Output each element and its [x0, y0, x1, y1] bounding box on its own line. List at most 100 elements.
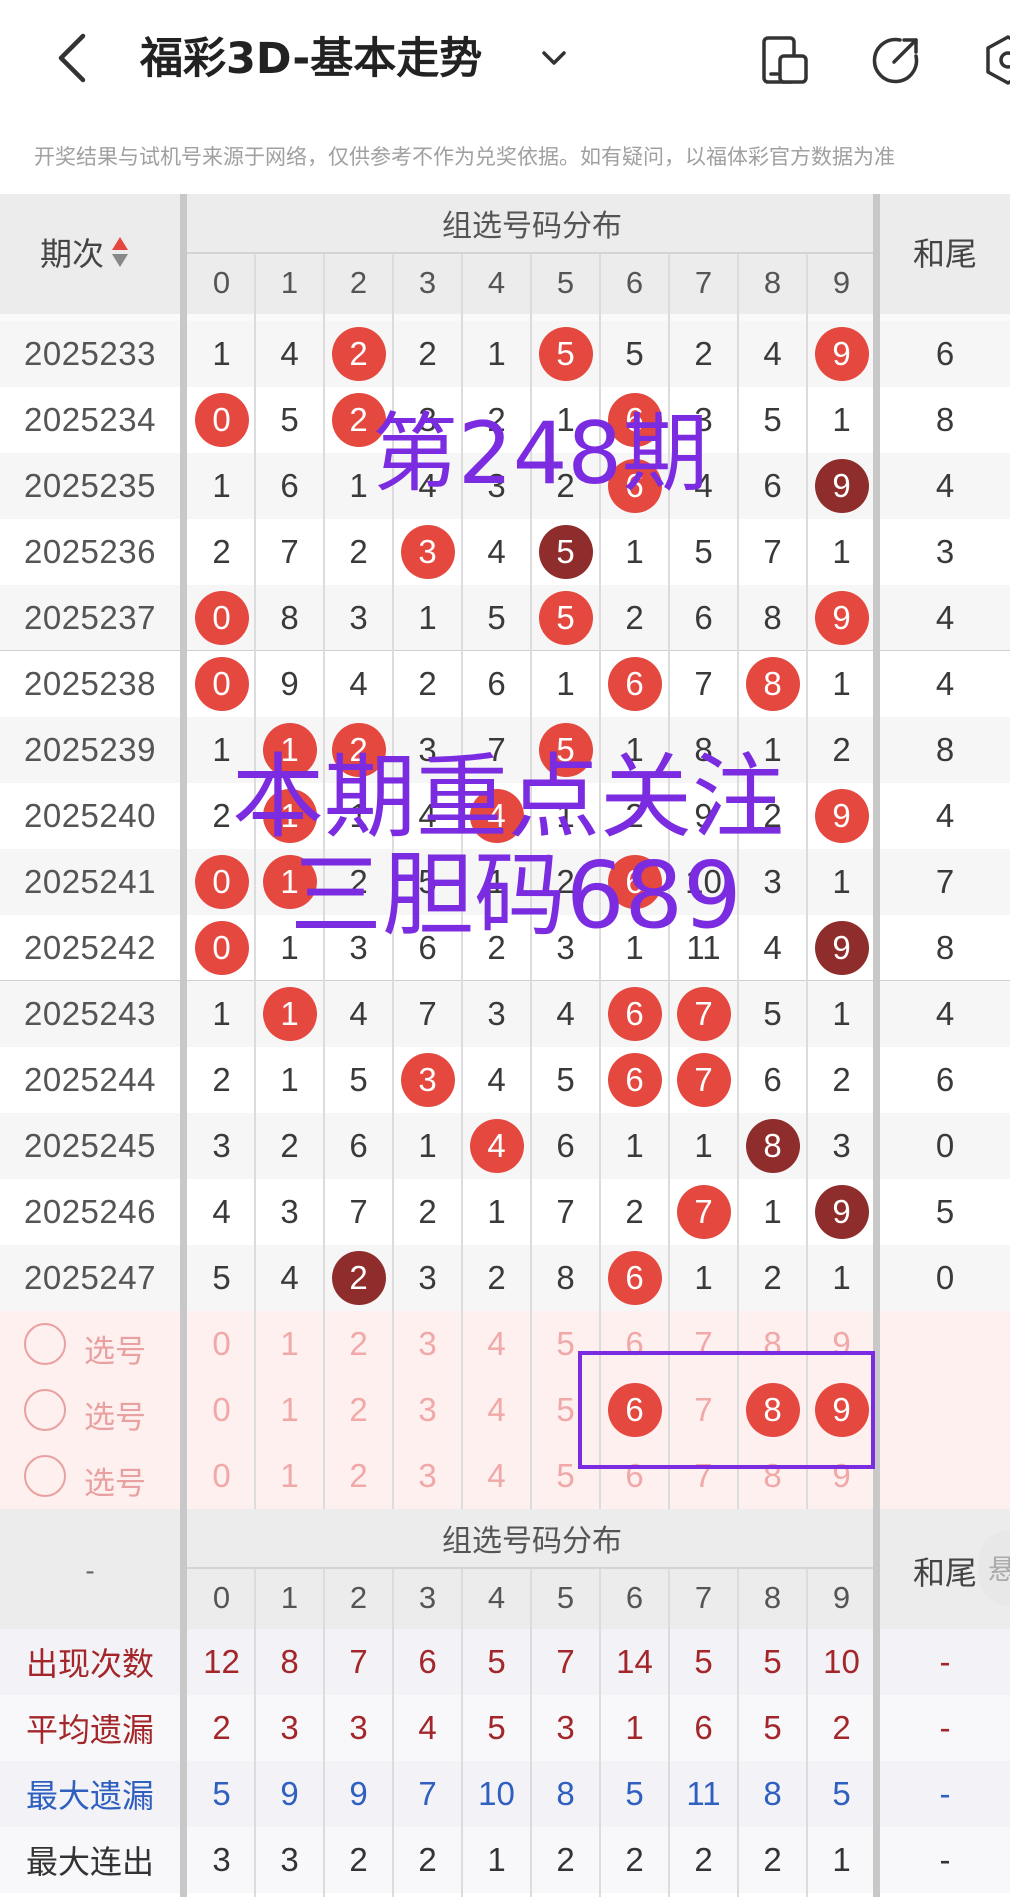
digit-cell: 6 [600, 981, 669, 1047]
hit-ball: 0 [194, 921, 249, 975]
digit-cell: 1 [625, 1127, 644, 1164]
stat-value: 14 [616, 1643, 653, 1680]
select-digit[interactable]: 2 [324, 1311, 393, 1377]
stat-value: 10 [823, 1643, 860, 1680]
digit-cell: 4 [280, 335, 299, 372]
digit-cell: 6 [349, 1127, 368, 1164]
hit-ball: 7 [676, 1185, 731, 1239]
select-digit[interactable]: 0 [187, 1377, 256, 1443]
digit-cell: 2 [694, 335, 713, 372]
hit-ball: 5 [538, 327, 593, 381]
digit-cell: 5 [531, 321, 600, 387]
digit-cell: 0 [187, 585, 256, 651]
footer-digit-header: 2 [349, 1580, 368, 1615]
digit-cell: 1 [625, 533, 644, 570]
column-header-digit: 0 [212, 265, 231, 300]
digit-cell: 1 [832, 665, 851, 702]
digit-cell: 2 [832, 1061, 851, 1098]
digit-cell: 2 [349, 533, 368, 570]
select-digit[interactable]: 2 [324, 1443, 393, 1509]
digit-cell: 6 [763, 467, 782, 504]
digit-cell: 9 [807, 321, 876, 387]
digit-cell: 5 [212, 1259, 231, 1296]
hit-ball: 0 [194, 657, 249, 711]
stat-value: 2 [418, 1841, 437, 1878]
select-digit[interactable]: 0 [187, 1443, 256, 1509]
digit-cell: 3 [832, 1127, 851, 1164]
stat-value: 2 [556, 1841, 575, 1878]
issue-number: 2025244 [24, 1061, 156, 1098]
issue-number: 2025233 [24, 335, 156, 372]
stat-value: 8 [763, 1775, 782, 1812]
hit-ball: 7 [676, 1053, 731, 1107]
select-label[interactable]: 选号 [84, 1392, 146, 1437]
issue-number: 2025238 [24, 665, 156, 702]
select-digit[interactable]: 3 [393, 1443, 462, 1509]
digit-cell: 4 [556, 995, 575, 1032]
column-header-issue[interactable]: 期次 [40, 224, 160, 280]
digit-cell: 3 [393, 519, 462, 585]
tail-cell: 8 [935, 731, 955, 768]
select-digit[interactable]: 1 [255, 1377, 324, 1443]
tail-column-separator [873, 194, 880, 1897]
select-digit[interactable]: 3 [393, 1311, 462, 1377]
digit-cell: 3 [393, 1047, 462, 1113]
column-header-digit: 7 [694, 265, 713, 300]
digit-cell: 1 [418, 599, 437, 636]
select-digit[interactable]: 4 [462, 1311, 531, 1377]
digit-cell: 1 [832, 995, 851, 1032]
digit-cell: 3 [487, 995, 506, 1032]
digit-cell: 1 [255, 981, 324, 1047]
chevron-down-icon[interactable] [536, 40, 572, 76]
stat-tail: - [939, 1841, 951, 1878]
tail-cell: 3 [935, 533, 955, 570]
digit-cell: 2 [418, 335, 437, 372]
stat-value: 1 [832, 1841, 851, 1878]
issue-number: 2025242 [24, 929, 156, 966]
select-label[interactable]: 选号 [84, 1326, 146, 1371]
issue-number: 2025247 [24, 1259, 156, 1296]
digit-cell: 1 [694, 1259, 713, 1296]
select-digit[interactable]: 0 [187, 1311, 256, 1377]
stat-value: 3 [212, 1841, 231, 1878]
select-digit[interactable]: 1 [255, 1443, 324, 1509]
digit-cell: 1 [487, 1193, 506, 1230]
select-digit[interactable]: 4 [462, 1443, 531, 1509]
phone-icon[interactable] [758, 34, 810, 86]
sort-icon[interactable] [110, 234, 130, 270]
hit-ball: 1 [262, 987, 317, 1041]
select-digit[interactable]: 1 [255, 1311, 324, 1377]
select-digit[interactable]: 3 [393, 1377, 462, 1443]
select-digit[interactable]: 2 [324, 1377, 393, 1443]
select-digit[interactable]: 4 [462, 1377, 531, 1443]
digit-cell: 4 [212, 1193, 231, 1230]
tail-cell: 8 [935, 929, 955, 966]
issue-overlay-text: 第248期 [372, 404, 709, 504]
digit-cell: 9 [807, 585, 876, 651]
digit-cell: 7 [669, 981, 738, 1047]
page-title[interactable]: 福彩3D-基本走势 [140, 30, 482, 88]
hit-ball: 3 [400, 525, 455, 579]
digit-cell: 5 [763, 995, 782, 1032]
column-divider [737, 1569, 739, 1897]
digit-cell: 2 [625, 599, 644, 636]
stat-value: 3 [280, 1841, 299, 1878]
select-radio[interactable] [24, 1389, 66, 1431]
select-label[interactable]: 选号 [84, 1458, 146, 1503]
hit-ball: 7 [676, 987, 731, 1041]
back-button[interactable] [50, 28, 94, 88]
footer-digit-header: 1 [280, 1580, 299, 1615]
select-radio[interactable] [24, 1323, 66, 1365]
digit-cell: 2 [418, 665, 437, 702]
digit-cell: 1 [763, 1193, 782, 1230]
select-radio[interactable] [24, 1455, 66, 1497]
hit-ball: 9 [814, 1185, 869, 1239]
digit-cell: 6 [600, 1245, 669, 1311]
tail-cell: 8 [935, 401, 955, 438]
issue-number: 2025241 [24, 863, 156, 900]
digit-cell: 4 [349, 665, 368, 702]
share-icon[interactable] [870, 34, 922, 86]
hit-ball: 6 [607, 657, 662, 711]
digit-cell: 5 [763, 401, 782, 438]
settings-icon[interactable] [982, 34, 1010, 86]
